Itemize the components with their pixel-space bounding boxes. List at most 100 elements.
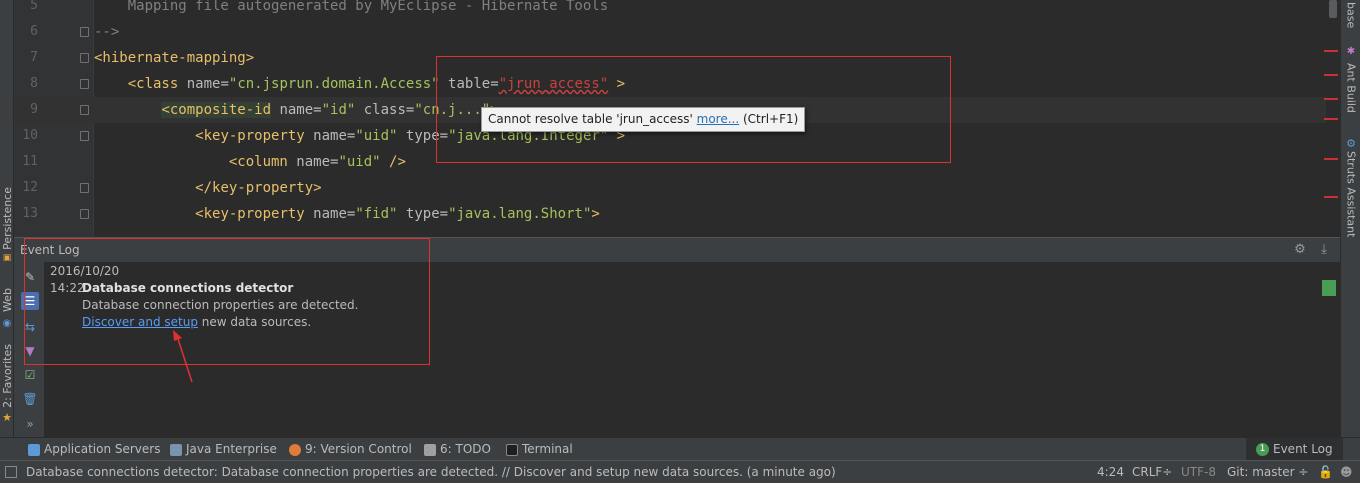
- web-icon: ◉: [2, 317, 12, 329]
- error-stripe-mark[interactable]: [1324, 118, 1338, 120]
- code-text: <hibernate-mapping>: [94, 50, 255, 66]
- event-log-actions: ⚙ ⤓: [1292, 242, 1332, 258]
- persistence-tab-label: Persistence: [0, 186, 14, 250]
- line-number: 9: [30, 102, 38, 117]
- tab-todo[interactable]: 6: TODO: [424, 438, 491, 461]
- tab-label: 6: TODO: [440, 442, 491, 456]
- error-stripe-mark[interactable]: [1324, 98, 1338, 100]
- line-number: 13: [22, 206, 38, 221]
- code-line: 6 -->: [14, 19, 1340, 45]
- error-stripe-mark[interactable]: [1324, 196, 1338, 198]
- database-tab[interactable]: base: [1343, 0, 1359, 30]
- favorites-tab-label: 2: Favorites: [0, 344, 14, 408]
- code-text: <column name="uid" />: [228, 154, 406, 170]
- ant-build-tab-label: Ant Build: [1344, 63, 1358, 113]
- terminal-icon: [506, 443, 518, 456]
- fold-icon[interactable]: [80, 131, 89, 141]
- tab-version-control[interactable]: 9: Version Control: [289, 438, 412, 461]
- favorites-tab[interactable]: 2: Favorites: [0, 344, 14, 408]
- lock-icon[interactable]: 🔓: [1318, 461, 1333, 483]
- fold-icon[interactable]: [80, 183, 89, 193]
- tab-label: Java Enterprise: [186, 442, 277, 456]
- todo-icon: [424, 443, 436, 456]
- tab-java-enterprise[interactable]: Java Enterprise: [170, 438, 277, 461]
- line-number: 10: [22, 128, 38, 143]
- gear-icon[interactable]: ⚙: [1292, 242, 1308, 258]
- code-text: -->: [94, 24, 120, 40]
- line-number: 5: [30, 0, 38, 13]
- struts-assistant-tab[interactable]: Struts Assistant: [1343, 150, 1359, 238]
- fold-icon[interactable]: [80, 105, 89, 115]
- line-number: 6: [30, 24, 38, 39]
- fold-icon[interactable]: [80, 53, 89, 63]
- persistence-icon: ▣: [2, 253, 12, 263]
- persistence-tab[interactable]: Persistence: [0, 186, 14, 250]
- bottom-tool-tabs: Application Servers Java Enterprise 9: V…: [0, 437, 1360, 461]
- fold-icon[interactable]: [80, 209, 89, 219]
- tooltip-more-link[interactable]: more...: [697, 112, 740, 126]
- error-stripe-mark[interactable]: [1324, 158, 1338, 160]
- line-separator[interactable]: CRLF÷: [1132, 461, 1172, 483]
- left-tool-strip: Persistence ▣ Web ◉ 2: Favorites ★: [0, 0, 14, 437]
- status-message[interactable]: Database connections detector: Database …: [26, 461, 836, 483]
- event-time: 14:22: [50, 281, 85, 295]
- status-ok-marker: [1322, 280, 1336, 296]
- database-tab-label: base: [1344, 1, 1358, 29]
- discover-setup-link[interactable]: Discover and setup: [82, 315, 198, 329]
- struts-assistant-tab-label: Struts Assistant: [1344, 150, 1358, 238]
- trash-icon[interactable]: 🗑: [21, 390, 39, 408]
- tab-terminal[interactable]: Terminal: [506, 438, 573, 461]
- notifications-icon[interactable]: ☻: [1340, 461, 1353, 483]
- java-ee-icon: [170, 443, 182, 456]
- tab-label: Terminal: [522, 442, 573, 456]
- code-line: 13 <key-property name="fid" type="java.l…: [14, 201, 1340, 227]
- scroll-thumb[interactable]: [1329, 0, 1337, 18]
- event-message: Database connection properties are detec…: [82, 298, 359, 312]
- error-stripe-mark[interactable]: [1324, 74, 1338, 76]
- code-text: </key-property>: [195, 180, 322, 196]
- more-chevron-icon[interactable]: »: [21, 415, 39, 433]
- tab-label: Event Log: [1273, 442, 1333, 456]
- event-count-badge: 1: [1256, 443, 1269, 456]
- event-link-suffix: new data sources.: [197, 315, 312, 329]
- code-line: 12 </key-property>: [14, 175, 1340, 201]
- star-icon: ★: [2, 410, 12, 424]
- event-link-row: Discover and setup new data sources.: [82, 315, 311, 329]
- code-text: Mapping file autogenerated by MyEclipse …: [94, 0, 609, 14]
- event-title: Database connections detector: [82, 281, 294, 295]
- tab-application-servers[interactable]: Application Servers: [28, 438, 160, 461]
- code-text: <key-property name="fid" type="java.lang…: [195, 206, 600, 222]
- tab-event-log[interactable]: 1 Event Log: [1246, 438, 1343, 461]
- caret-position[interactable]: 4:24: [1097, 461, 1124, 483]
- right-tool-strip: base ✱ Ant Build ⚙ Struts Assistant: [1340, 0, 1360, 460]
- error-stripe-mark[interactable]: [1324, 50, 1338, 52]
- git-branch[interactable]: Git: master ÷: [1227, 461, 1308, 483]
- web-tab-label: Web: [0, 288, 14, 312]
- tab-label: 9: Version Control: [305, 442, 412, 456]
- server-icon: [28, 443, 40, 456]
- fold-icon[interactable]: [80, 27, 89, 37]
- line-number: 8: [30, 76, 38, 91]
- event-date: 2016/10/20: [50, 264, 120, 278]
- ant-icon: ✱: [1346, 45, 1356, 57]
- annotation-arrow: [173, 330, 193, 383]
- toggle-tool-windows-icon[interactable]: [5, 466, 17, 478]
- event-log-panel: Event Log ⚙ ⤓ ✎ ☰ ⇆ ▼ ☑ 🗑 » 2016/10/20 1…: [14, 237, 1340, 438]
- line-number: 7: [30, 50, 38, 65]
- fold-icon[interactable]: [80, 79, 89, 89]
- hide-panel-icon[interactable]: ⤓: [1316, 242, 1332, 258]
- status-bar: Database connections detector: Database …: [0, 460, 1360, 483]
- code-line: 5 Mapping file autogenerated by MyEclips…: [14, 0, 1340, 19]
- tooltip-shortcut: (Ctrl+F1): [743, 112, 799, 126]
- web-tab[interactable]: Web: [0, 285, 14, 315]
- tab-label: Application Servers: [44, 442, 161, 456]
- line-number: 11: [22, 154, 38, 169]
- file-encoding[interactable]: UTF-8: [1181, 461, 1216, 483]
- checkbox-icon[interactable]: ☑: [21, 366, 39, 384]
- ant-build-tab[interactable]: Ant Build: [1343, 60, 1359, 116]
- editor-scrollbar[interactable]: [1324, 0, 1340, 237]
- tooltip-text: Cannot resolve table 'jrun_access': [488, 112, 693, 126]
- vcs-icon: [289, 443, 301, 456]
- struts-icon: ⚙: [1346, 136, 1356, 150]
- error-tooltip: Cannot resolve table 'jrun_access' more.…: [481, 107, 806, 132]
